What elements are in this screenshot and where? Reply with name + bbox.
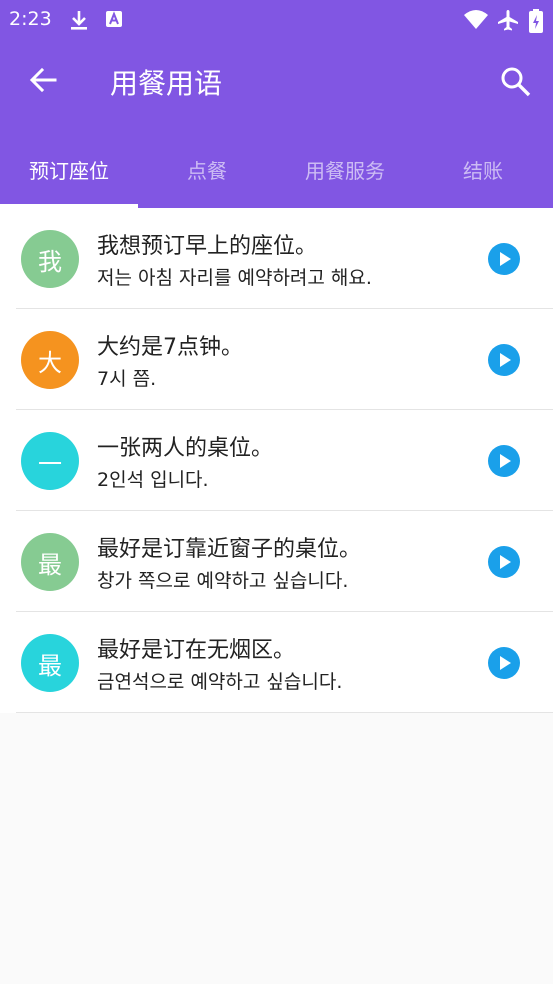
korean-translation: 창가 쪽으로 예약하고 싶습니다. xyxy=(97,570,349,592)
search-icon xyxy=(501,67,531,97)
play-icon xyxy=(500,656,511,670)
a-notification-icon xyxy=(106,11,122,27)
arrow-back-icon xyxy=(29,67,57,93)
battery-charging-icon xyxy=(529,9,543,33)
phrase-list: 我 我想预订早上的座位。 저는 아침 자리를 예약하려고 해요. 大 大约是7点… xyxy=(0,208,553,713)
tab-order[interactable]: 点餐 xyxy=(138,130,276,208)
list-item[interactable]: 一 一张两人的桌位。 2인석 입니다. xyxy=(16,410,553,511)
list-item[interactable]: 最 最好是订靠近窗子的桌位。 창가 쪽으로 예약하고 싶습니다. xyxy=(16,511,553,612)
list-item[interactable]: 大 大约是7点钟。 7시 쯤. xyxy=(16,309,553,410)
wifi-icon xyxy=(464,10,488,29)
back-button[interactable] xyxy=(22,58,66,102)
play-button[interactable] xyxy=(488,546,520,578)
search-button[interactable] xyxy=(492,58,538,104)
airplane-mode-icon xyxy=(498,10,518,31)
avatar: 最 xyxy=(21,533,79,591)
tab-checkout[interactable]: 结账 xyxy=(414,130,552,208)
play-icon xyxy=(500,252,511,266)
play-icon xyxy=(500,454,511,468)
status-bar: 2:23 xyxy=(0,0,553,40)
download-icon xyxy=(71,11,87,30)
play-button[interactable] xyxy=(488,445,520,477)
korean-translation: 7시 쯤. xyxy=(97,368,157,390)
tab-dining-service[interactable]: 用餐服务 xyxy=(276,130,414,208)
list-item[interactable]: 我 我想预订早上的座位。 저는 아침 자리를 예약하려고 해요. xyxy=(16,208,553,309)
avatar: 最 xyxy=(21,634,79,692)
chinese-phrase: 最好是订靠近窗子的桌位。 xyxy=(97,537,362,562)
chinese-phrase: 最好是订在无烟区。 xyxy=(97,638,296,663)
chinese-phrase: 一张两人的桌位。 xyxy=(97,436,274,461)
play-icon xyxy=(500,353,511,367)
page-title: 用餐用语 xyxy=(110,67,223,100)
app-bar: 2:23 用餐用语 预订座位 点餐 用餐服务 结账 xyxy=(0,0,553,208)
korean-translation: 금연석으로 예약하고 싶습니다. xyxy=(97,671,343,693)
korean-translation: 2인석 입니다. xyxy=(97,469,209,491)
tab-reserve-seat[interactable]: 预订座位 xyxy=(0,130,138,208)
chinese-phrase: 我想预订早上的座位。 xyxy=(97,234,318,259)
play-button[interactable] xyxy=(488,344,520,376)
avatar: 大 xyxy=(21,331,79,389)
avatar: 我 xyxy=(21,230,79,288)
avatar: 一 xyxy=(21,432,79,490)
list-item[interactable]: 最 最好是订在无烟区。 금연석으로 예약하고 싶습니다. xyxy=(16,612,553,713)
tab-bar: 预订座位 点餐 用餐服务 结账 xyxy=(0,130,553,208)
play-icon xyxy=(500,555,511,569)
status-time: 2:23 xyxy=(9,8,52,30)
chinese-phrase: 大约是7点钟。 xyxy=(97,335,243,360)
play-button[interactable] xyxy=(488,647,520,679)
play-button[interactable] xyxy=(488,243,520,275)
korean-translation: 저는 아침 자리를 예약하려고 해요. xyxy=(97,267,372,289)
